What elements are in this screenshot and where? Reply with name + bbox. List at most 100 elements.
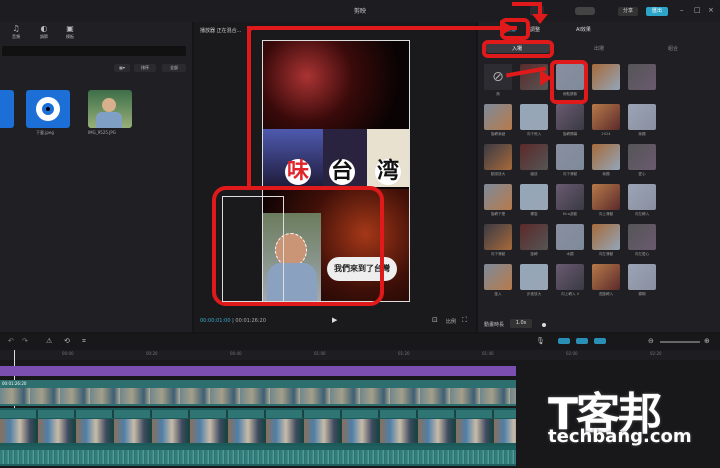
effect-thumb[interactable] <box>592 64 620 90</box>
ruler-tick: 00:20 <box>146 351 158 356</box>
effect-thumb[interactable] <box>592 264 620 290</box>
fullscreen-icon[interactable]: ⛶ <box>462 316 467 325</box>
search-input[interactable] <box>2 46 186 56</box>
media-label: IMG_9525.JPG <box>88 130 116 135</box>
filter-all-button[interactable]: 全部 <box>162 64 186 72</box>
effect-label: 漸顯 <box>638 132 646 136</box>
close-icon[interactable]: × <box>708 6 714 14</box>
video-char: 台 <box>329 159 355 185</box>
adjust-icon: ◐ <box>40 24 48 33</box>
effect-label: 旋入 <box>494 292 502 296</box>
link-icon[interactable] <box>558 338 570 344</box>
split-icon[interactable]: ↶ <box>8 337 14 345</box>
effect-label: 愛心 <box>638 172 646 176</box>
media-thumb-partial[interactable] <box>0 90 14 128</box>
sort-button[interactable]: 排序 <box>134 64 156 72</box>
effect-thumb[interactable] <box>556 104 584 130</box>
effect-label: 無 <box>496 92 500 96</box>
magnet-icon[interactable] <box>576 338 588 344</box>
timeline-toolbar: ↶ ↷ ⚠ ⟲ ⌗ 🎙 ⊖ ⊕ <box>0 336 720 348</box>
duration-slider[interactable] <box>542 323 546 327</box>
effect-label: 步進放大 <box>526 292 542 296</box>
zoom-out-icon[interactable]: ⊖ <box>648 337 654 345</box>
view-toggle[interactable]: ▦▾ <box>114 64 130 72</box>
tab-adjust[interactable]: 調整 <box>530 26 540 33</box>
tab-ai-effects[interactable]: AI效果 <box>576 26 591 33</box>
effect-thumb[interactable] <box>628 144 656 170</box>
ruler-tick: 01:20 <box>398 351 410 356</box>
effect-label: Kira游動 <box>562 212 578 216</box>
effect-label: 旋轉下墜 <box>490 212 506 216</box>
mark-icon[interactable]: ⚠ <box>46 337 52 345</box>
effect-thumb[interactable] <box>628 64 656 90</box>
effect-thumb[interactable] <box>484 104 512 130</box>
duration-input[interactable]: 1.0s <box>510 319 532 328</box>
effect-label: 向下滑動 <box>490 252 506 256</box>
effect-thumb[interactable] <box>520 224 548 250</box>
player-label: 播放器 正在混合... <box>200 28 242 34</box>
effect-thumb[interactable] <box>556 144 584 170</box>
effect-thumb[interactable] <box>628 104 656 130</box>
subtab-out[interactable]: 出場 <box>594 45 604 52</box>
left-tab-adjust[interactable]: ◐ 調節 <box>34 24 54 40</box>
effect-thumb[interactable] <box>592 144 620 170</box>
effect-thumb[interactable] <box>520 104 548 130</box>
effect-thumb[interactable] <box>484 144 512 170</box>
subtab-combo[interactable]: 組合 <box>668 45 678 52</box>
effect-thumb[interactable] <box>520 144 548 170</box>
effect-label: 向上轉入 II <box>561 292 579 296</box>
audio-icon: ♫ <box>12 24 20 33</box>
effect-label: 木翻 <box>566 252 574 256</box>
video-char: 湾 <box>375 159 401 185</box>
effect-track[interactable] <box>0 366 516 376</box>
effect-thumb[interactable] <box>520 264 548 290</box>
effect-label: 向左愛心 <box>634 252 650 256</box>
crop-icon[interactable]: ⊡ <box>432 316 438 324</box>
export-button[interactable]: 匯出 <box>646 7 668 16</box>
audio-track[interactable] <box>0 446 516 466</box>
left-tab-audio[interactable]: ♫ 音頻 <box>6 24 26 40</box>
crop-tool-icon[interactable]: ⌗ <box>82 337 86 346</box>
effect-thumb[interactable] <box>592 224 620 250</box>
effect-thumb[interactable] <box>592 184 620 210</box>
effect-label: 漸顯 <box>602 172 610 176</box>
zoom-in-icon[interactable]: ⊕ <box>704 337 710 345</box>
effect-thumb[interactable] <box>484 184 512 210</box>
annotation-entry-tab <box>482 40 554 58</box>
ruler-tick: 01:40 <box>482 351 494 356</box>
preview-axis-icon[interactable] <box>594 338 606 344</box>
selection-box <box>222 196 284 302</box>
mic-icon[interactable]: 🎙 <box>536 337 545 345</box>
reverse-icon[interactable]: ⟲ <box>64 337 70 345</box>
timeline-ruler <box>0 350 720 360</box>
effect-thumb[interactable] <box>628 264 656 290</box>
play-icon[interactable]: ▶ <box>332 316 337 324</box>
media-thumb-img[interactable] <box>88 90 132 128</box>
undo-icon[interactable]: ↷ <box>22 337 28 345</box>
effect-label: 向上滑動 <box>598 212 614 216</box>
effect-thumb[interactable] <box>556 264 584 290</box>
share-button[interactable]: 分享 <box>618 7 638 16</box>
effect-label: 向下滑動 <box>562 172 578 176</box>
zoom-slider[interactable] <box>660 341 700 343</box>
effect-thumb[interactable] <box>484 224 512 250</box>
left-tab-template[interactable]: ▣ 模板 <box>60 24 80 40</box>
effect-thumb[interactable] <box>484 264 512 290</box>
clip-track[interactable] <box>0 408 516 446</box>
effect-thumb[interactable] <box>592 104 620 130</box>
effect-label: 向下甩入 <box>526 132 542 136</box>
effect-label: 向左滑動 <box>598 252 614 256</box>
vip-badge[interactable] <box>575 7 595 15</box>
effect-thumb[interactable] <box>520 184 548 210</box>
ratio-button[interactable]: 比例 <box>446 318 456 325</box>
effect-thumb[interactable] <box>628 184 656 210</box>
ruler-tick: 01:00 <box>314 351 326 356</box>
media-thumb-download[interactable] <box>26 90 70 128</box>
maximize-icon[interactable]: □ <box>694 6 701 14</box>
effect-thumb[interactable] <box>628 224 656 250</box>
duration-label: 動畫時長 <box>484 322 505 328</box>
effect-thumb[interactable] <box>556 224 584 250</box>
effect-thumb[interactable] <box>556 184 584 210</box>
main-video-track[interactable] <box>0 380 516 406</box>
minimize-icon[interactable]: – <box>680 6 684 14</box>
